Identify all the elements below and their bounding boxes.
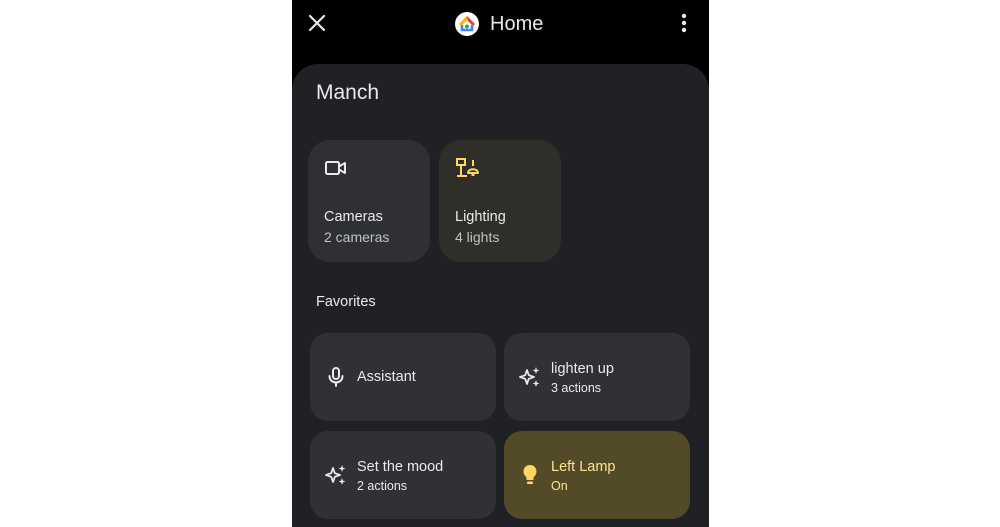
favorite-subtitle: 2 actions xyxy=(357,479,408,493)
more-vert-icon xyxy=(681,13,687,33)
favorite-label: lighten up xyxy=(551,361,614,377)
favorites-heading: Favorites xyxy=(316,294,376,310)
favorite-subtitle: 3 actions xyxy=(551,381,602,395)
camera-icon xyxy=(325,161,346,175)
category-label: Lighting xyxy=(455,209,506,225)
room-title: Manch xyxy=(316,81,380,104)
top-app-bar: Home xyxy=(292,0,709,48)
favorite-lighten-up-tile[interactable]: lighten up 3 actions xyxy=(504,333,690,421)
close-icon xyxy=(308,14,326,32)
phone-screen: Home Manch Cameras 2 cameras Lighting 4 … xyxy=(292,0,709,527)
favorite-label: Set the mood xyxy=(357,459,444,475)
mic-icon xyxy=(328,367,344,387)
app-title: Home xyxy=(490,12,544,35)
room-sheet: Manch Cameras 2 cameras Lighting 4 light… xyxy=(292,64,709,527)
favorite-label: Assistant xyxy=(357,369,416,385)
google-home-logo xyxy=(455,12,479,36)
sparkle-icon xyxy=(519,367,540,387)
device-status: On xyxy=(551,479,568,493)
favorite-label: Left Lamp xyxy=(551,459,616,475)
category-count: 4 lights xyxy=(455,229,500,245)
bulb-icon xyxy=(523,465,537,484)
sparkle-icon xyxy=(325,465,346,485)
favorite-set-the-mood-tile[interactable]: Set the mood 2 actions xyxy=(310,431,496,519)
category-label: Cameras xyxy=(324,209,383,225)
close-button[interactable] xyxy=(304,10,330,36)
category-count: 2 cameras xyxy=(324,229,390,245)
favorite-left-lamp-tile[interactable]: Left Lamp On xyxy=(504,431,690,519)
more-options-button[interactable] xyxy=(674,10,694,36)
app-title-group: Home xyxy=(454,9,543,39)
favorite-assistant-tile[interactable]: Assistant xyxy=(310,333,496,421)
category-lighting-card[interactable]: Lighting 4 lights xyxy=(439,140,561,262)
category-cameras-card[interactable]: Cameras 2 cameras xyxy=(308,140,430,262)
lamp-icon xyxy=(456,158,479,177)
